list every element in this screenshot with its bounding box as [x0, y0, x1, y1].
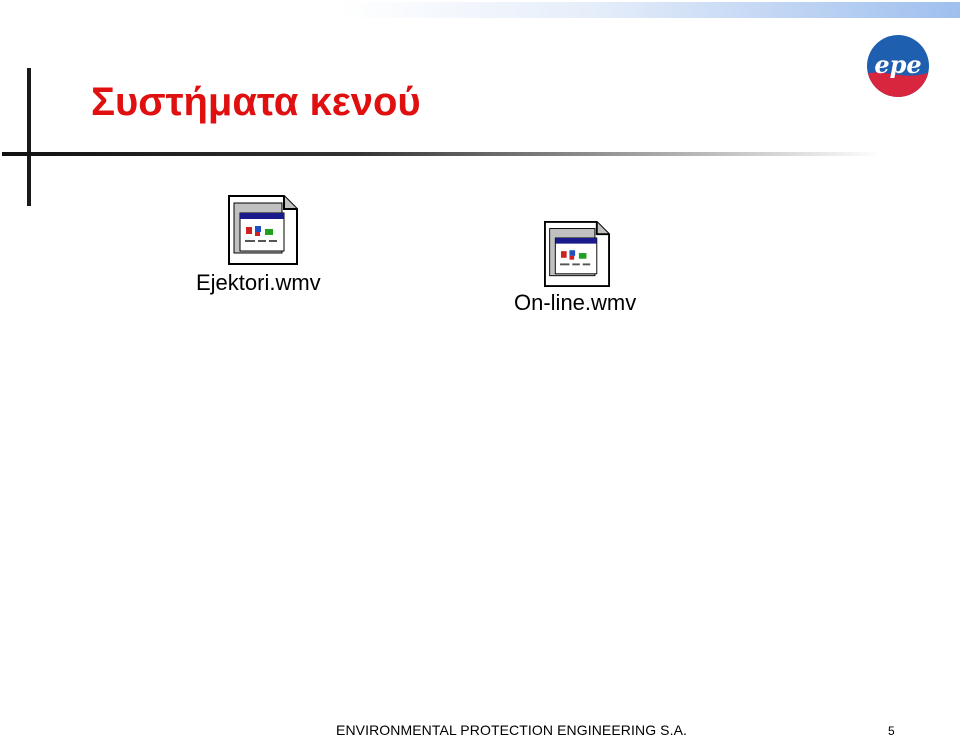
- epe-logo: epe: [867, 35, 929, 97]
- logo-text: epe: [874, 50, 921, 79]
- file-label-online[interactable]: On-line.wmv: [514, 290, 636, 316]
- top-gradient-band: [340, 2, 960, 18]
- media-file-icon[interactable]: [228, 195, 298, 265]
- page-number: 5: [888, 724, 895, 738]
- footer-company-name: ENVIRONMENTAL PROTECTION ENGINEERING S.A…: [336, 722, 688, 738]
- horizontal-accent-bar: [2, 152, 882, 156]
- file-label-ejektori[interactable]: Ejektori.wmv: [196, 270, 321, 296]
- slide-title: Συστήματα κενού: [91, 80, 421, 124]
- vertical-accent-bar: [27, 68, 31, 206]
- media-file-icon[interactable]: [544, 221, 610, 287]
